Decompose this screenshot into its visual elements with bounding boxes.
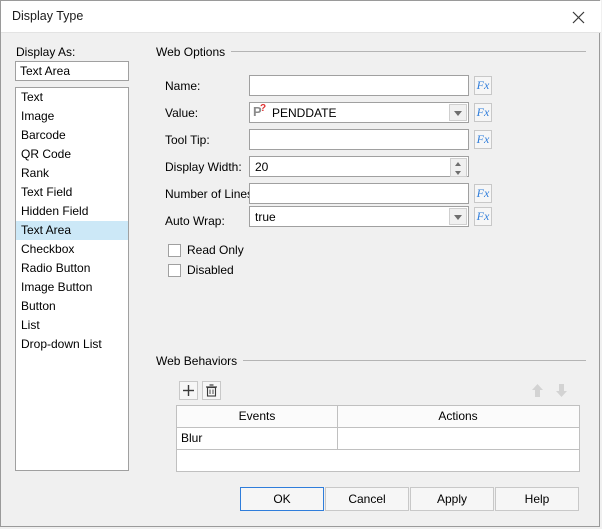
- list-item[interactable]: Drop-down List: [16, 335, 128, 354]
- display-width-stepper[interactable]: 20: [249, 156, 469, 177]
- number-of-lines-fx-button[interactable]: Fx: [474, 184, 492, 203]
- web-behaviors-title: Web Behaviors: [156, 354, 244, 368]
- checkbox-box[interactable]: [168, 244, 181, 257]
- checkbox-box[interactable]: [168, 264, 181, 277]
- display-type-list[interactable]: Text Image Barcode QR Code Rank Text Fie…: [15, 87, 129, 471]
- close-icon[interactable]: [556, 1, 601, 32]
- list-item[interactable]: Text: [16, 88, 128, 107]
- web-behaviors-rule: [243, 360, 586, 361]
- display-type-dialog: Display Type Display As: Text Area Text …: [0, 0, 601, 527]
- list-item[interactable]: Checkbox: [16, 240, 128, 259]
- list-item[interactable]: Barcode: [16, 126, 128, 145]
- list-item[interactable]: Image Button: [16, 278, 128, 297]
- auto-wrap-combobox[interactable]: true: [249, 206, 469, 227]
- disabled-label: Disabled: [187, 263, 234, 277]
- number-of-lines-label: Number of Lines:: [165, 187, 257, 201]
- number-of-lines-input[interactable]: [249, 183, 469, 204]
- display-as-input[interactable]: Text Area: [15, 61, 129, 81]
- tooltip-label: Tool Tip:: [165, 133, 210, 147]
- list-item[interactable]: Text Field: [16, 183, 128, 202]
- cell-event[interactable]: Blur: [177, 428, 337, 449]
- read-only-label: Read Only: [187, 243, 244, 257]
- display-as-label: Display As:: [16, 45, 76, 59]
- value-combobox[interactable]: P? PENDDATE: [249, 102, 469, 123]
- value-label: Value:: [165, 106, 199, 120]
- spinner-up-icon[interactable]: [451, 159, 466, 168]
- web-behaviors-table[interactable]: Events Actions Blur: [176, 405, 580, 472]
- add-behavior-button[interactable]: [179, 381, 198, 400]
- spinner-down-icon[interactable]: [451, 168, 466, 177]
- cell-action[interactable]: [337, 428, 579, 449]
- ok-button[interactable]: OK: [240, 487, 324, 511]
- list-item[interactable]: List: [16, 316, 128, 335]
- display-width-label: Display Width:: [165, 160, 242, 174]
- list-item[interactable]: Button: [16, 297, 128, 316]
- column-header-actions[interactable]: Actions: [337, 406, 579, 427]
- table-header: Events Actions: [177, 406, 579, 428]
- column-header-events[interactable]: Events: [177, 406, 337, 427]
- list-item[interactable]: Radio Button: [16, 259, 128, 278]
- list-item[interactable]: Image: [16, 107, 128, 126]
- auto-wrap-label: Auto Wrap:: [165, 214, 225, 228]
- title-bar: Display Type: [1, 1, 601, 32]
- list-item[interactable]: Hidden Field: [16, 202, 128, 221]
- delete-behavior-button[interactable]: [202, 381, 221, 400]
- list-item-selected[interactable]: Text Area: [16, 221, 128, 240]
- cancel-button[interactable]: Cancel: [325, 487, 409, 511]
- tooltip-fx-button[interactable]: Fx: [474, 130, 492, 149]
- display-width-value: 20: [255, 160, 269, 174]
- value-text: PENDDATE: [272, 106, 337, 120]
- apply-button[interactable]: Apply: [410, 487, 494, 511]
- web-options-rule: [231, 51, 586, 52]
- tooltip-input[interactable]: [249, 129, 469, 150]
- window-title: Display Type: [12, 9, 84, 23]
- table-row[interactable]: Blur: [177, 428, 579, 450]
- help-button[interactable]: Help: [495, 487, 579, 511]
- column-divider: [337, 406, 338, 450]
- name-fx-button[interactable]: Fx: [474, 76, 492, 95]
- auto-wrap-value: true: [255, 210, 276, 224]
- spinner-buttons[interactable]: [450, 158, 467, 177]
- chevron-down-icon[interactable]: [449, 104, 467, 121]
- web-options-title: Web Options: [156, 45, 232, 59]
- auto-wrap-fx-button[interactable]: Fx: [474, 207, 492, 226]
- chevron-down-icon[interactable]: [449, 208, 467, 225]
- list-item[interactable]: Rank: [16, 164, 128, 183]
- list-item[interactable]: QR Code: [16, 145, 128, 164]
- move-down-button[interactable]: [552, 381, 571, 400]
- move-up-button[interactable]: [528, 381, 547, 400]
- name-label: Name:: [165, 79, 201, 93]
- parameter-icon: P?: [253, 103, 267, 119]
- title-separator: [1, 32, 601, 33]
- value-fx-button[interactable]: Fx: [474, 103, 492, 122]
- name-input[interactable]: [249, 75, 469, 96]
